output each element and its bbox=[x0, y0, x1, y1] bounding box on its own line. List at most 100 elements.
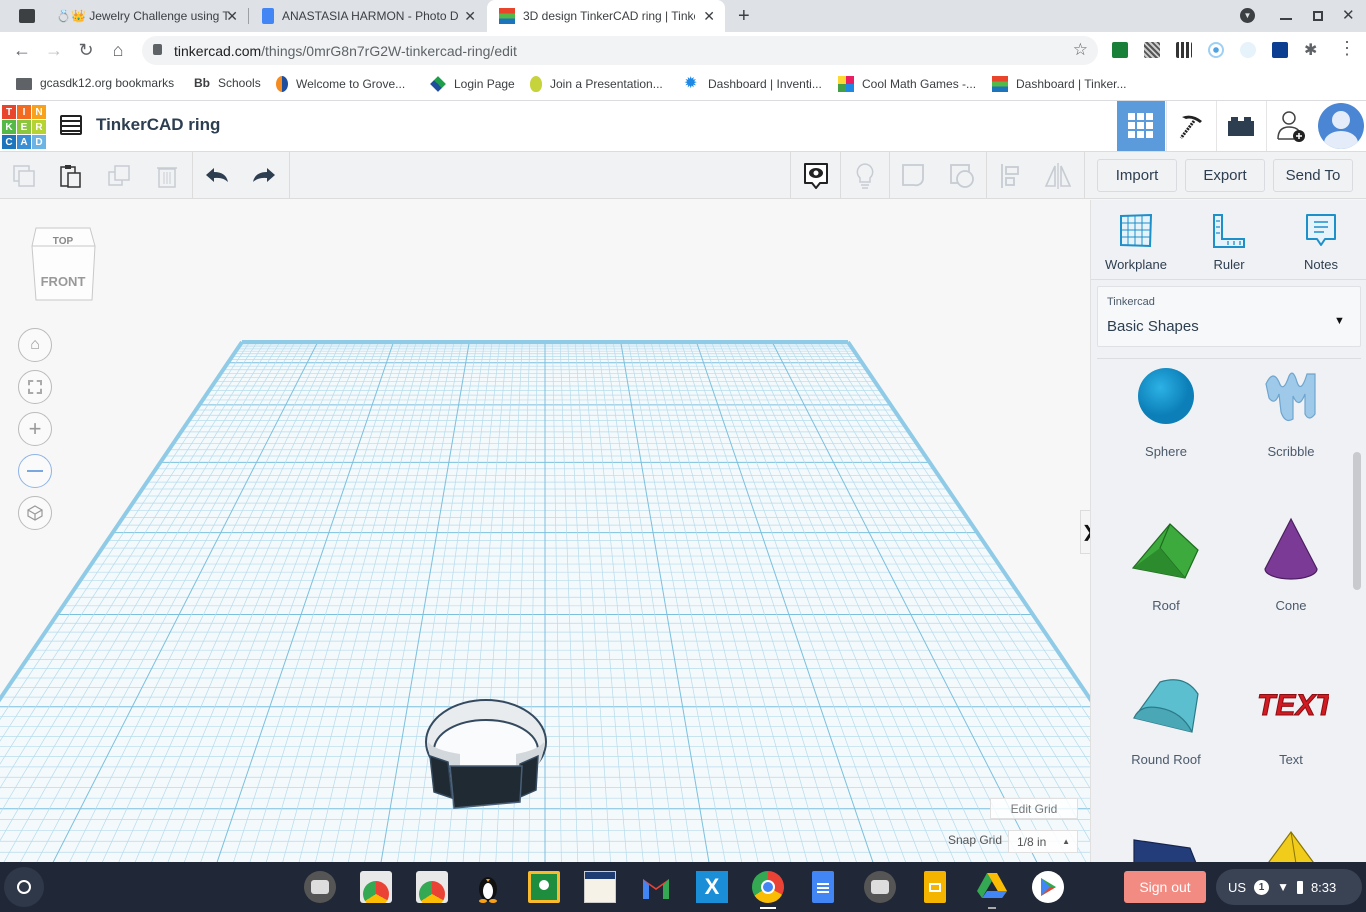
grove-extension-icon[interactable] bbox=[1272, 42, 1288, 58]
view-cube[interactable]: TOP FRONT bbox=[30, 226, 96, 304]
zoom-out-button[interactable] bbox=[18, 454, 52, 488]
extensions-puzzle-icon[interactable]: ✱ bbox=[1304, 40, 1317, 60]
blocks-mode-button[interactable] bbox=[1166, 101, 1214, 151]
shape-library-select[interactable]: Tinkercad Basic Shapes ▼ bbox=[1097, 286, 1361, 347]
notes-tool[interactable]: Notes bbox=[1281, 212, 1361, 272]
bookmark-item[interactable]: Join a Presentation... bbox=[530, 76, 663, 92]
bookmark-item[interactable]: gcasdk12.org bookmarks bbox=[16, 76, 174, 90]
bookmark-item[interactable]: Cool Math Games -... bbox=[838, 76, 976, 92]
align-button[interactable] bbox=[995, 160, 1027, 192]
group-button[interactable] bbox=[898, 160, 930, 192]
bookmark-item[interactable]: Login Page bbox=[430, 76, 515, 92]
import-button[interactable]: Import bbox=[1097, 159, 1177, 192]
shelf-app-docs[interactable] bbox=[812, 871, 834, 903]
shelf-app-testnav[interactable] bbox=[584, 871, 616, 903]
shape-text[interactable]: TEXT Text bbox=[1231, 664, 1351, 768]
ruler-tool[interactable]: Ruler bbox=[1189, 212, 1269, 272]
perspective-toggle-button[interactable] bbox=[18, 496, 52, 530]
shelf-app-gmail[interactable] bbox=[640, 871, 672, 903]
mirror-button[interactable] bbox=[1042, 160, 1074, 192]
launcher-button[interactable] bbox=[4, 867, 44, 907]
home-view-button[interactable]: ⌂ bbox=[18, 328, 52, 362]
shape-roof[interactable]: Roof bbox=[1106, 510, 1226, 613]
design-list-icon[interactable] bbox=[60, 115, 82, 135]
home-icon[interactable]: ⌂ bbox=[104, 36, 132, 64]
shape-scribble[interactable]: Scribble bbox=[1231, 356, 1351, 459]
shelf-app-slides[interactable] bbox=[924, 871, 946, 903]
export-button[interactable]: Export bbox=[1185, 159, 1265, 192]
duplicate-button[interactable] bbox=[103, 160, 135, 192]
show-all-button[interactable] bbox=[800, 160, 832, 192]
shape-sphere[interactable]: Sphere bbox=[1106, 356, 1226, 459]
tab-tinkercad-ring[interactable]: 3D design TinkerCAD ring | Tinke ✕ bbox=[487, 0, 725, 32]
shelf-app-camera-2[interactable] bbox=[864, 871, 896, 903]
zoom-in-button[interactable]: + bbox=[18, 412, 52, 446]
tab-jewelry-challenge[interactable]: 💍👑 Jewelry Challenge using T ✕ bbox=[36, 0, 248, 32]
delete-button[interactable] bbox=[151, 160, 183, 192]
view-cube-top-label[interactable]: TOP bbox=[30, 236, 96, 247]
collapse-panel-button[interactable]: ❯ bbox=[1080, 510, 1090, 554]
ring-model[interactable] bbox=[420, 694, 554, 814]
user-avatar[interactable] bbox=[1318, 103, 1364, 149]
design-title[interactable]: TinkerCAD ring bbox=[96, 115, 220, 135]
undo-button[interactable] bbox=[201, 160, 233, 192]
shelf-app-chrome[interactable] bbox=[752, 871, 784, 903]
tab-close-icon[interactable]: ✕ bbox=[703, 8, 715, 24]
tab-search-icon[interactable]: ▼ bbox=[1240, 8, 1255, 23]
forward-icon[interactable]: → bbox=[40, 36, 68, 64]
tinkercad-logo[interactable]: T I N K E R C A D bbox=[2, 105, 46, 149]
fit-view-button[interactable] bbox=[18, 370, 52, 404]
bricks-mode-button[interactable] bbox=[1216, 101, 1264, 151]
shapes-scrollbar[interactable] bbox=[1353, 452, 1361, 590]
workplane-tool[interactable]: Workplane bbox=[1096, 212, 1176, 272]
back-icon[interactable]: ← bbox=[8, 36, 36, 64]
profile-icon[interactable] bbox=[19, 9, 35, 23]
shelf-app-chrome-1[interactable] bbox=[360, 871, 392, 903]
shelf-app-linux[interactable] bbox=[472, 871, 504, 903]
new-tab-button[interactable]: + bbox=[738, 5, 750, 28]
qr-extension-icon[interactable] bbox=[1144, 42, 1160, 58]
tab-photo-doc[interactable]: ANASTASIA HARMON - Photo Dc ✕ bbox=[250, 0, 486, 32]
shelf-app-camera[interactable] bbox=[304, 871, 336, 903]
minimize-icon[interactable] bbox=[1280, 18, 1292, 20]
close-window-icon[interactable]: ✕ bbox=[1342, 6, 1355, 24]
bookmark-star-icon[interactable]: ☆ bbox=[1073, 40, 1088, 60]
paste-button[interactable] bbox=[55, 160, 87, 192]
copy-button[interactable] bbox=[8, 160, 40, 192]
redo-button[interactable] bbox=[248, 160, 280, 192]
edit-grid-button[interactable]: Edit Grid bbox=[990, 798, 1078, 819]
shelf-app-chrome-2[interactable] bbox=[416, 871, 448, 903]
bookmark-item[interactable]: Bb Schools bbox=[194, 76, 261, 90]
invite-user-button[interactable] bbox=[1266, 101, 1314, 151]
sheets-extension-icon[interactable] bbox=[1112, 42, 1128, 58]
bookmark-item[interactable]: Dashboard | Tinker... bbox=[992, 76, 1127, 92]
shelf-app-play-store[interactable] bbox=[1032, 871, 1064, 903]
3d-design-view-button[interactable] bbox=[1117, 101, 1165, 151]
tab-close-icon[interactable]: ✕ bbox=[226, 8, 238, 24]
shelf-app-explain-everything[interactable]: X bbox=[696, 871, 728, 903]
send-to-button[interactable]: Send To bbox=[1273, 159, 1353, 192]
chrome-menu-icon[interactable]: ⋮ bbox=[1338, 38, 1356, 59]
reload-icon[interactable]: ↻ bbox=[72, 36, 100, 64]
shelf-app-classroom[interactable] bbox=[528, 871, 560, 903]
bookmark-item[interactable]: Welcome to Grove... bbox=[276, 76, 405, 92]
3d-viewport[interactable]: TOP FRONT ⌂ + Edit Grid Snap Grid 1/8 in… bbox=[0, 200, 1090, 862]
ungroup-button[interactable] bbox=[946, 160, 978, 192]
view-cube-front-label[interactable]: FRONT bbox=[30, 274, 96, 289]
address-bar[interactable]: tinkercad.com/things/0mrG8n7rG2W-tinkerc… bbox=[142, 36, 1098, 65]
sign-out-button[interactable]: Sign out bbox=[1124, 871, 1206, 903]
snap-grid-select[interactable]: 1/8 in ▲ bbox=[1008, 830, 1078, 853]
word-cloud-extension-icon[interactable] bbox=[1240, 42, 1256, 58]
bookmark-item[interactable]: ✹ Dashboard | Inventi... bbox=[684, 76, 822, 92]
shape-box[interactable] bbox=[1106, 818, 1226, 862]
shelf-app-drive[interactable] bbox=[976, 871, 1008, 903]
hint-button[interactable] bbox=[849, 160, 881, 192]
tab-close-icon[interactable]: ✕ bbox=[464, 8, 476, 24]
status-tray[interactable]: US 1 ▼ 8:33 bbox=[1216, 869, 1362, 905]
shape-cone[interactable]: Cone bbox=[1231, 510, 1351, 613]
restore-icon[interactable] bbox=[1313, 11, 1323, 21]
shape-pyramid[interactable] bbox=[1231, 818, 1351, 862]
qr-code-icon[interactable] bbox=[1176, 42, 1192, 58]
screencast-extension-icon[interactable] bbox=[1208, 42, 1224, 58]
shape-round-roof[interactable]: Round Roof bbox=[1106, 664, 1226, 767]
